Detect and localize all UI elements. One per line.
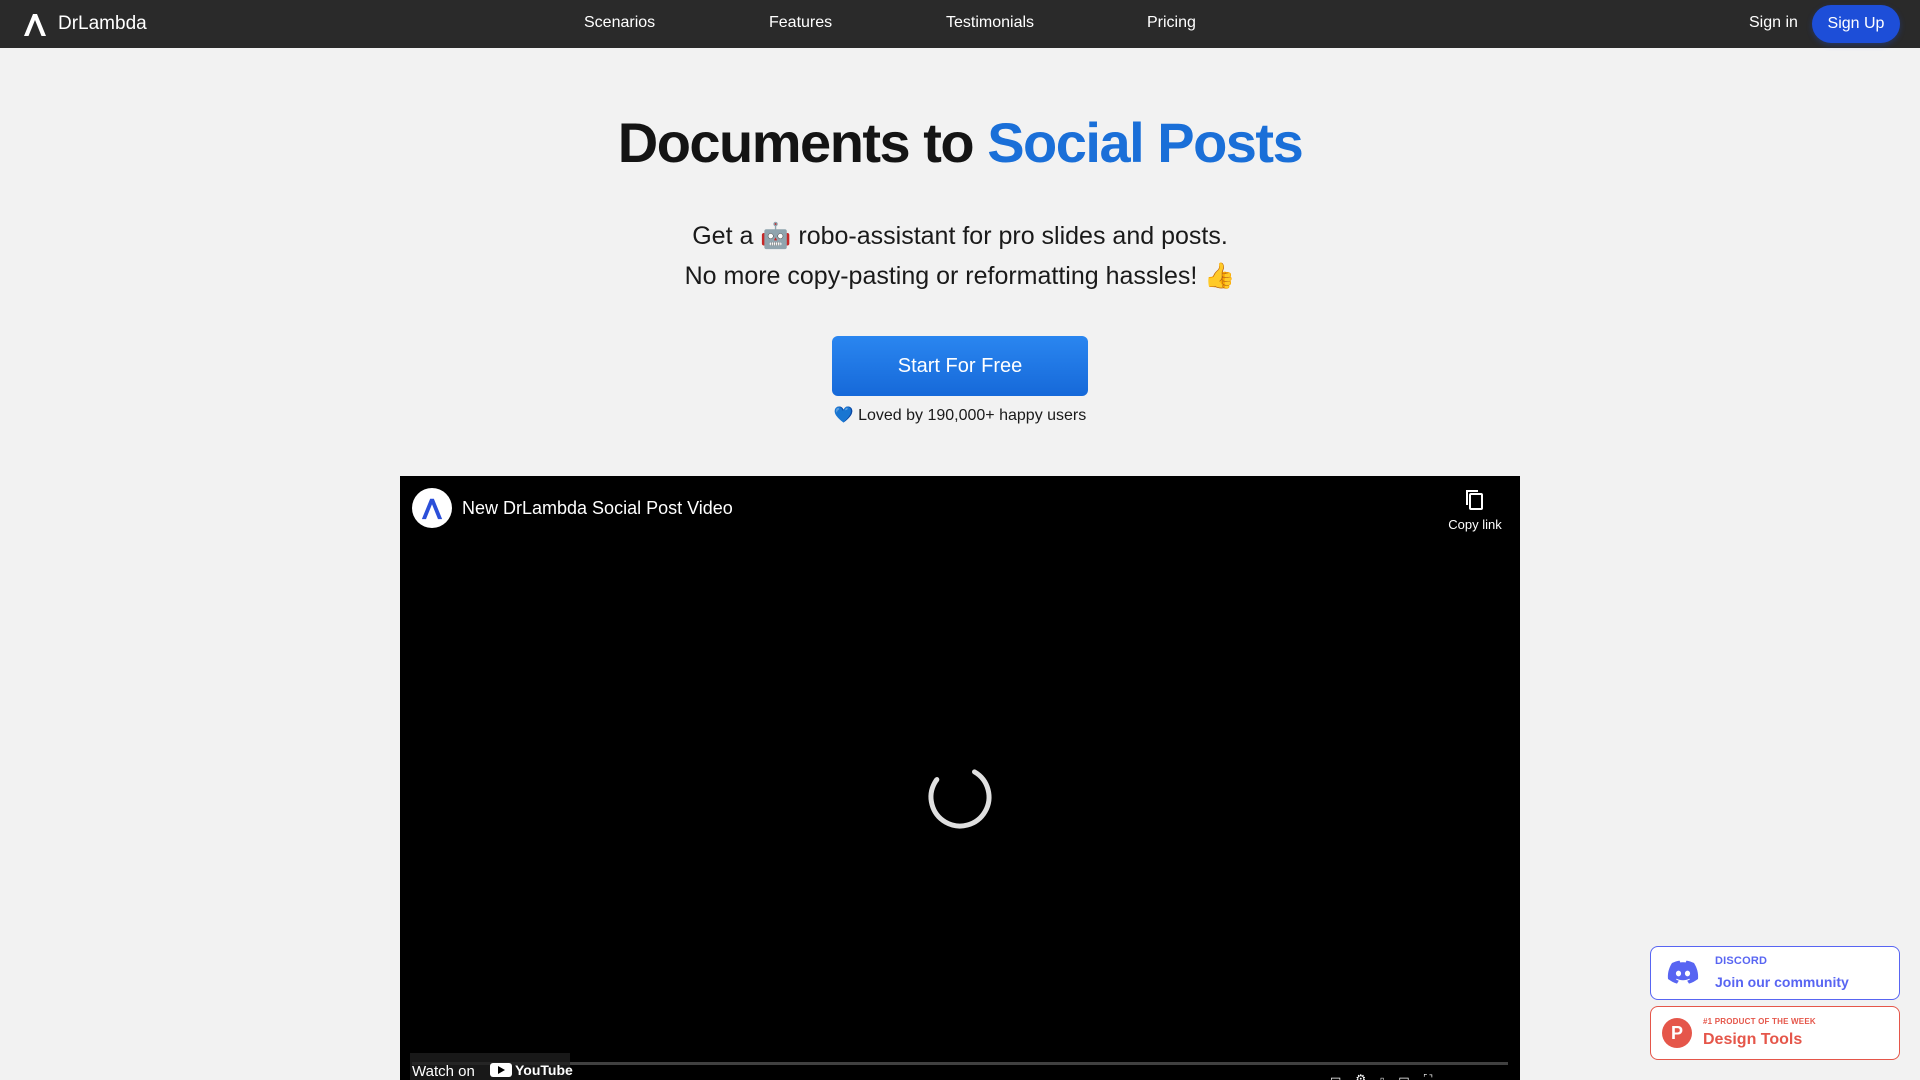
settings-gear-icon[interactable]: ⚙ <box>1355 1072 1366 1080</box>
subtitle-line-1: Get a 🤖 robo-assistant for pro slides an… <box>692 222 1228 250</box>
youtube-logo: YouTube <box>490 1062 573 1078</box>
watch-on-youtube-button[interactable]: Watch on YouTube <box>410 1053 573 1080</box>
nav-link-pricing[interactable]: Pricing <box>1147 14 1196 32</box>
product-hunt-icon: P <box>1662 1018 1692 1048</box>
channel-avatar[interactable] <box>412 488 452 528</box>
nav-link-scenarios[interactable]: Scenarios <box>584 14 655 32</box>
video-progress-bar[interactable] <box>412 1062 1508 1065</box>
title-accent: Social Posts <box>987 111 1304 174</box>
design-tools-text: Design Tools <box>1703 1031 1803 1048</box>
lambda-logo-icon <box>24 14 46 36</box>
video-player[interactable]: New DrLambda Social Post Video Copy link… <box>400 476 1520 1080</box>
youtube-wordmark: YouTube <box>515 1062 573 1078</box>
theater-mode-icon[interactable]: ▭ <box>1398 1072 1409 1080</box>
copy-link-label: Copy link <box>1448 517 1502 532</box>
copy-icon <box>1466 490 1483 510</box>
sign-in-link[interactable]: Sign in <box>1749 14 1798 32</box>
player-controls: ▭ ⚙ ▫ ▭ ⛶ <box>1330 1072 1432 1080</box>
video-title[interactable]: New DrLambda Social Post Video <box>462 498 733 519</box>
loading-spinner-icon <box>928 765 992 829</box>
discord-badge[interactable]: DISCORD Join our community <box>1650 946 1900 1000</box>
subtitles-icon[interactable]: ▭ <box>1330 1072 1341 1080</box>
miniplayer-icon[interactable]: ▫ <box>1380 1072 1384 1080</box>
nav-link-testimonials[interactable]: Testimonials <box>946 14 1034 32</box>
watch-on-label: Watch on <box>412 1063 475 1080</box>
youtube-play-icon <box>490 1063 512 1077</box>
discord-label: DISCORD <box>1715 955 1768 967</box>
join-community-text: Join our community <box>1715 974 1849 990</box>
start-for-free-button[interactable]: Start For Free <box>832 336 1088 396</box>
page-title: Documents to Social Posts <box>0 110 1920 175</box>
product-hunt-badge[interactable]: P #1 PRODUCT OF THE WEEK Design Tools <box>1650 1006 1900 1060</box>
sign-up-button[interactable]: Sign Up <box>1812 5 1900 43</box>
subtitle-line-2: No more copy-pasting or reformatting has… <box>684 262 1236 290</box>
top-nav: DrLambda Scenarios Features Testimonials… <box>0 0 1920 48</box>
fullscreen-icon[interactable]: ⛶ <box>1424 1072 1432 1080</box>
brand[interactable]: DrLambda <box>22 11 147 37</box>
nav-link-features[interactable]: Features <box>769 14 832 32</box>
product-of-week-label: #1 PRODUCT OF THE WEEK <box>1703 1017 1816 1026</box>
discord-icon <box>1667 960 1699 984</box>
title-main: Documents to <box>617 111 988 174</box>
brand-name: DrLambda <box>58 13 147 34</box>
lambda-channel-icon <box>421 498 443 520</box>
copy-link-button[interactable]: Copy link <box>1440 488 1510 534</box>
loved-by-users-text: 💙 Loved by 190,000+ happy users <box>833 407 1087 424</box>
